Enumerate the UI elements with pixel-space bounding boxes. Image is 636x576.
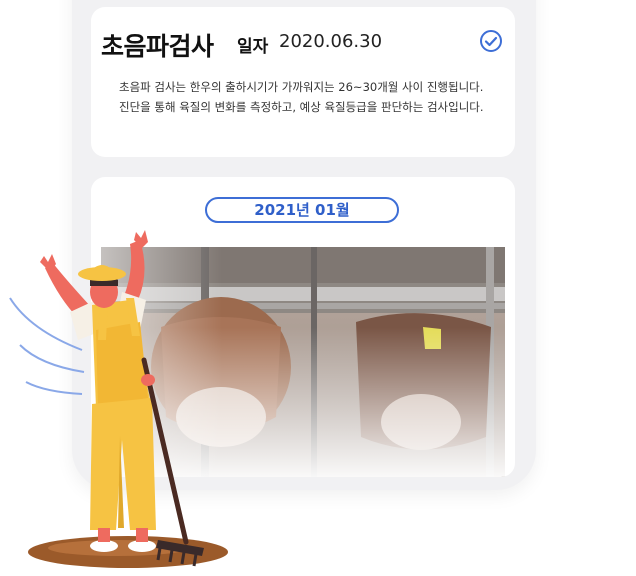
motion-line — [25, 381, 83, 395]
farmer-illustration — [9, 230, 228, 568]
motion-line — [19, 344, 85, 373]
